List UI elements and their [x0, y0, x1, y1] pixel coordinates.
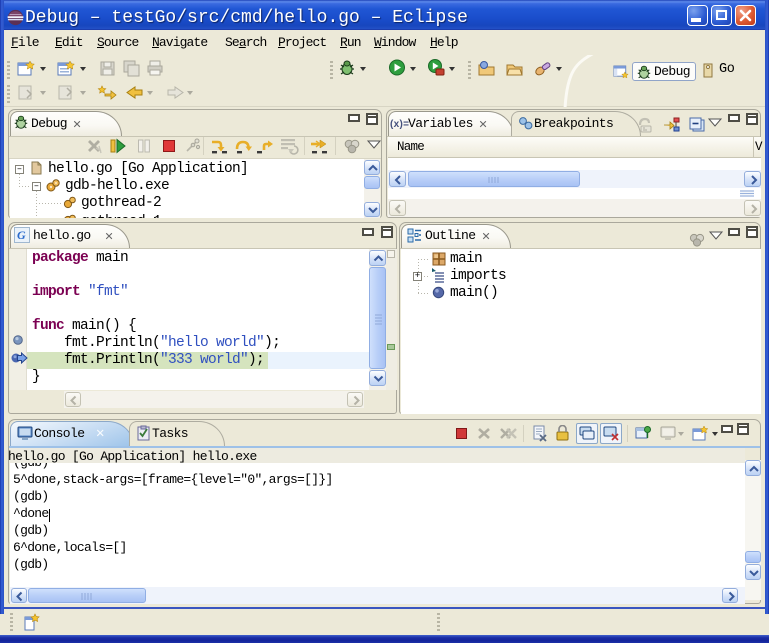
- svg-text:(x)=: (x)=: [390, 119, 409, 130]
- svg-text:G: G: [17, 228, 26, 242]
